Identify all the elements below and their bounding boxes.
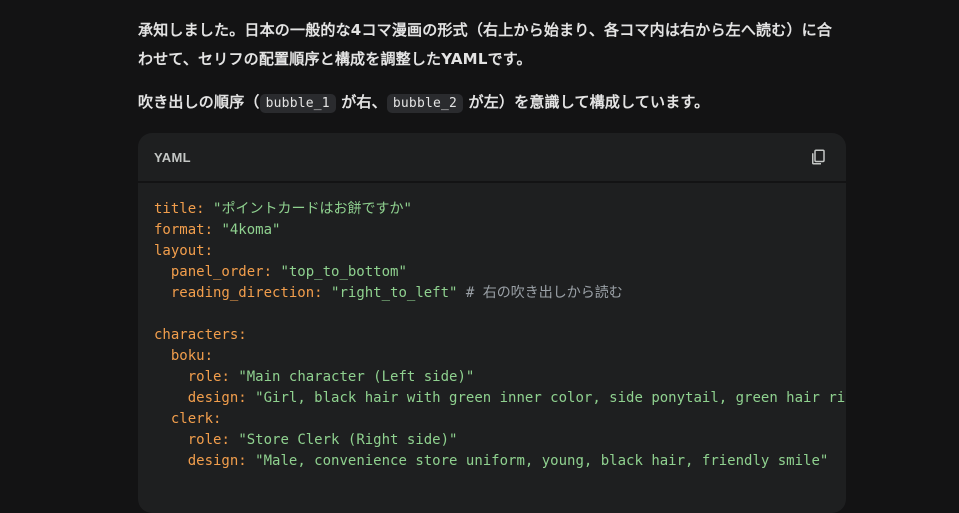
code-block: YAML title: "ポイントカードはお餅ですか" format: "4kom… (138, 133, 846, 513)
code-language-label: YAML (154, 149, 191, 165)
code-line: format: "4koma" (154, 222, 281, 238)
code-line: design: "Girl, black hair with green inn… (154, 388, 846, 409)
code-line: clerk: (170, 411, 222, 427)
code-block-header: YAML (138, 133, 846, 183)
yaml-key: design (187, 453, 239, 469)
copy-code-button[interactable] (806, 145, 830, 169)
inline-code-bubble-1: bubble_1 (259, 94, 336, 113)
yaml-key: role (187, 369, 222, 385)
code-line: design: "Male, convenience store uniform… (187, 453, 829, 469)
code-line: role: "Store Clerk (Right side)" (187, 432, 458, 448)
code-line: role: "Main character (Left side)" (187, 369, 475, 385)
yaml-key: reading_direction (170, 285, 315, 301)
yaml-key: format (154, 222, 205, 238)
yaml-value: "top_to_bottom" (280, 264, 407, 280)
code-line: characters: (154, 327, 247, 343)
yaml-key: layout (154, 243, 205, 259)
code-content: title: "ポイントカードはお餅ですか" format: "4koma" lay… (138, 183, 846, 488)
paragraph-text: 吹き出しの順序（ (138, 93, 260, 111)
yaml-value: "Girl, black hair with green inner color… (255, 390, 846, 406)
yaml-value: "Store Clerk (Right side)" (238, 432, 458, 448)
code-line: boku: (170, 348, 214, 364)
yaml-key: clerk (170, 411, 214, 427)
yaml-key: title (154, 201, 197, 217)
yaml-comment: # 右の吹き出しから読む (465, 285, 623, 301)
yaml-value: "ポイントカードはお餅ですか" (213, 201, 412, 217)
code-line: reading_direction: "right_to_left" # 右の吹… (170, 285, 623, 301)
yaml-value: "right_to_left" (331, 285, 458, 301)
yaml-value: "Main character (Left side)" (238, 369, 475, 385)
yaml-value: "4koma" (221, 222, 281, 238)
code-line: title: "ポイントカードはお餅ですか" (154, 201, 412, 217)
yaml-key: design (187, 390, 239, 406)
code-line: panel_order: "top_to_bottom" (170, 264, 407, 280)
response-paragraph-intro: 承知しました。日本の一般的な4コマ漫画の形式（右上から始まり、各コマ内は右から左… (138, 21, 833, 68)
code-line: layout: (154, 243, 214, 259)
yaml-key: characters (154, 327, 239, 343)
copy-icon (812, 149, 825, 165)
paragraph-text: が左）を意識して構成しています。 (468, 93, 710, 111)
yaml-value: "Male, convenience store uniform, young,… (255, 453, 829, 469)
yaml-key: boku (170, 348, 205, 364)
yaml-key: role (187, 432, 222, 448)
inline-code-bubble-2: bubble_2 (386, 94, 464, 113)
paragraph-text: が右、 (341, 93, 387, 111)
yaml-key: panel_order (170, 264, 264, 280)
response-paragraph-order: 吹き出しの順序（ bubble_1 が右、 bubble_2 が左）を意識して構成し… (138, 88, 846, 118)
